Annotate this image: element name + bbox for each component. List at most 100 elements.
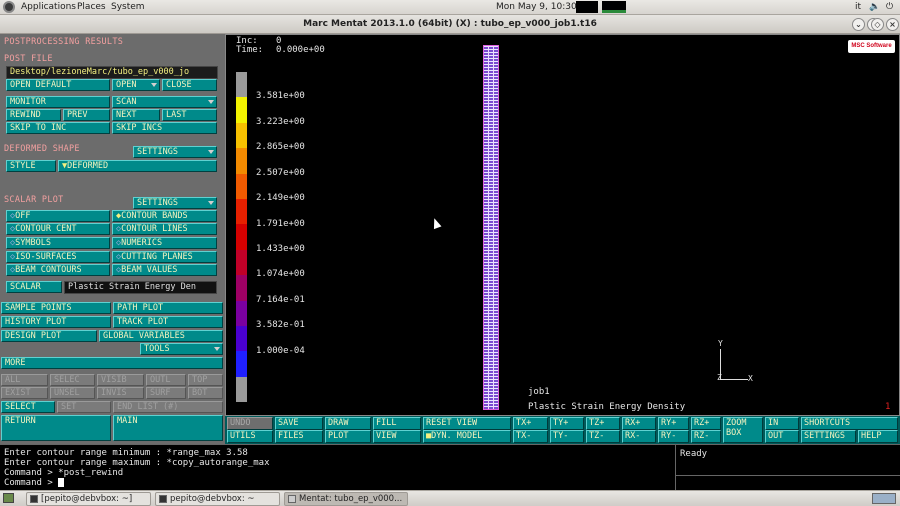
open-default-button[interactable]: OPEN DEFAULT: [6, 79, 110, 91]
history-plot-button[interactable]: HISTORY PLOT: [1, 316, 111, 328]
workspace-switcher[interactable]: [872, 493, 896, 504]
iso-surfaces-radio[interactable]: ◇ISO-SURFACES: [6, 251, 110, 263]
scalar-button[interactable]: SCALAR: [6, 281, 62, 293]
reset-view-button[interactable]: RESET VIEW: [423, 417, 511, 430]
tx-minus-button[interactable]: TX-: [513, 430, 548, 443]
fill-button[interactable]: FILL: [373, 417, 421, 430]
ty-minus-button[interactable]: TY-: [550, 430, 584, 443]
menu-places[interactable]: Places: [77, 2, 106, 12]
power-icon[interactable]: ⏻: [886, 2, 893, 12]
design-plot-button[interactable]: DESIGN PLOT: [1, 330, 97, 342]
help-button[interactable]: HELP: [858, 430, 898, 443]
zoom-out-button[interactable]: OUT: [765, 430, 799, 443]
menu-system[interactable]: System: [111, 2, 145, 12]
outl-button[interactable]: OUTL: [146, 374, 186, 386]
symbols-radio[interactable]: ◇SYMBOLS: [6, 237, 110, 249]
skip-incs-button[interactable]: SKIP INCS: [112, 122, 217, 134]
volume-icon[interactable]: 🔈: [869, 2, 880, 12]
restore-icon[interactable]: ◇: [871, 18, 884, 31]
all-button[interactable]: ALL: [1, 374, 48, 386]
path-plot-button[interactable]: PATH PLOT: [113, 302, 223, 314]
numerics-radio[interactable]: ◇NUMERICS: [112, 237, 217, 249]
tz-minus-button[interactable]: TZ-: [586, 430, 620, 443]
next-button[interactable]: NEXT: [112, 109, 160, 121]
ty-plus-button[interactable]: TY+: [550, 417, 584, 430]
selec-button[interactable]: SELEC: [50, 374, 95, 386]
set-button[interactable]: SET: [57, 401, 111, 413]
more-button[interactable]: MORE: [1, 357, 223, 369]
sample-points-button[interactable]: SAMPLE POINTS: [1, 302, 111, 314]
task-terminal-1[interactable]: [pepito@debvbox: ~]: [26, 492, 151, 506]
prev-button[interactable]: PREV: [63, 109, 110, 121]
tz-plus-button[interactable]: TZ+: [586, 417, 620, 430]
save-button[interactable]: SAVE: [275, 417, 323, 430]
menu-applications[interactable]: Applications: [21, 2, 76, 12]
status-text: Ready: [680, 449, 708, 459]
close-icon[interactable]: ×: [886, 18, 899, 31]
bot-button[interactable]: BOT: [188, 387, 223, 399]
gnome-foot-icon[interactable]: [3, 1, 15, 13]
draw-button[interactable]: DRAW: [325, 417, 371, 430]
settings-button[interactable]: SETTINGS: [801, 430, 856, 443]
task-terminal-2[interactable]: pepito@debvbox: ~: [155, 492, 280, 506]
files-button[interactable]: FILES: [275, 430, 323, 443]
deformed-settings-button[interactable]: SETTINGS: [133, 146, 217, 158]
msc-logo: MSC Software: [848, 40, 895, 53]
visib-button[interactable]: VISIB: [97, 374, 144, 386]
rx-minus-button[interactable]: RX-: [622, 430, 656, 443]
skip-to-inc-button[interactable]: SKIP TO INC: [6, 122, 110, 134]
command-console[interactable]: Enter contour range minimum : *range_max…: [0, 444, 675, 490]
contour-bands-radio[interactable]: ◆CONTOUR BANDS: [112, 210, 217, 222]
graphics-viewport[interactable]: Inc: 0 Time: 0.000e+00 3.581e+00 3.223e+0…: [225, 34, 900, 416]
end-list-button[interactable]: END LIST (#): [113, 401, 223, 413]
invis-button[interactable]: INVIS: [97, 387, 144, 399]
ry-minus-button[interactable]: RY-: [658, 430, 689, 443]
shortcuts-button[interactable]: SHORTCUTS: [801, 417, 898, 430]
command-input-line[interactable]: Command >: [4, 478, 671, 488]
beam-contours-radio[interactable]: ◇BEAM CONTOURS: [6, 264, 110, 276]
last-button[interactable]: LAST: [162, 109, 217, 121]
scalar-settings-button[interactable]: SETTINGS: [133, 197, 217, 209]
zoom-in-button[interactable]: IN: [765, 417, 799, 430]
plot-button[interactable]: PLOT: [325, 430, 371, 443]
window-menu-icon[interactable]: ⌄: [852, 18, 865, 31]
global-variables-button[interactable]: GLOBAL VARIABLES: [99, 330, 223, 342]
task-mentat[interactable]: Mentat: tubo_ep_v000...: [284, 492, 408, 506]
tools-button[interactable]: TOOLS: [140, 343, 223, 355]
zoom-box-button[interactable]: ZOOM BOX: [723, 417, 763, 443]
rz-plus-button[interactable]: RZ+: [691, 417, 721, 430]
tx-plus-button[interactable]: TX+: [513, 417, 548, 430]
select-button[interactable]: SELECT: [1, 401, 55, 413]
return-button[interactable]: RETURN: [1, 415, 111, 441]
beam-values-radio[interactable]: ◇BEAM VALUES: [112, 264, 217, 276]
unsel-button[interactable]: UNSEL: [50, 387, 95, 399]
close-button[interactable]: CLOSE: [162, 79, 217, 91]
top-button[interactable]: TOP: [188, 374, 223, 386]
clock[interactable]: Mon May 9, 10:30: [496, 2, 577, 12]
rx-plus-button[interactable]: RX+: [622, 417, 656, 430]
main-button[interactable]: MAIN: [113, 415, 223, 441]
surf-button[interactable]: SURF: [146, 387, 186, 399]
ry-plus-button[interactable]: RY+: [658, 417, 689, 430]
track-plot-button[interactable]: TRACK PLOT: [113, 316, 223, 328]
undo-button[interactable]: UNDO: [227, 417, 273, 430]
style-dropdown[interactable]: ▼DEFORMED: [58, 160, 217, 172]
view-button[interactable]: VIEW: [373, 430, 421, 443]
rewind-button[interactable]: REWIND: [6, 109, 61, 121]
dyn-model-button[interactable]: ■DYN. MODEL: [423, 430, 511, 443]
cutting-planes-radio[interactable]: ◇CUTTING PLANES: [112, 251, 217, 263]
exist-button[interactable]: EXIST: [1, 387, 48, 399]
off-radio[interactable]: ◇OFF: [6, 210, 110, 222]
style-button[interactable]: STYLE: [6, 160, 56, 172]
scan-button[interactable]: SCAN: [112, 96, 217, 108]
show-desktop-icon[interactable]: [3, 493, 14, 503]
monitor-button[interactable]: MONITOR: [6, 96, 110, 108]
utils-button[interactable]: UTILS: [227, 430, 273, 443]
scalar-value-field[interactable]: Plastic Strain Energy Den: [64, 281, 217, 294]
contour-lines-radio[interactable]: ◇CONTOUR LINES: [112, 223, 217, 235]
post-file-path[interactable]: Desktop/lezioneMarc/tubo_ep_v000_jo: [6, 66, 218, 79]
open-button[interactable]: OPEN: [112, 79, 160, 91]
contour-cent-radio[interactable]: ◇CONTOUR CENT: [6, 223, 110, 235]
keyboard-indicator[interactable]: it: [855, 2, 861, 12]
rz-minus-button[interactable]: RZ-: [691, 430, 721, 443]
